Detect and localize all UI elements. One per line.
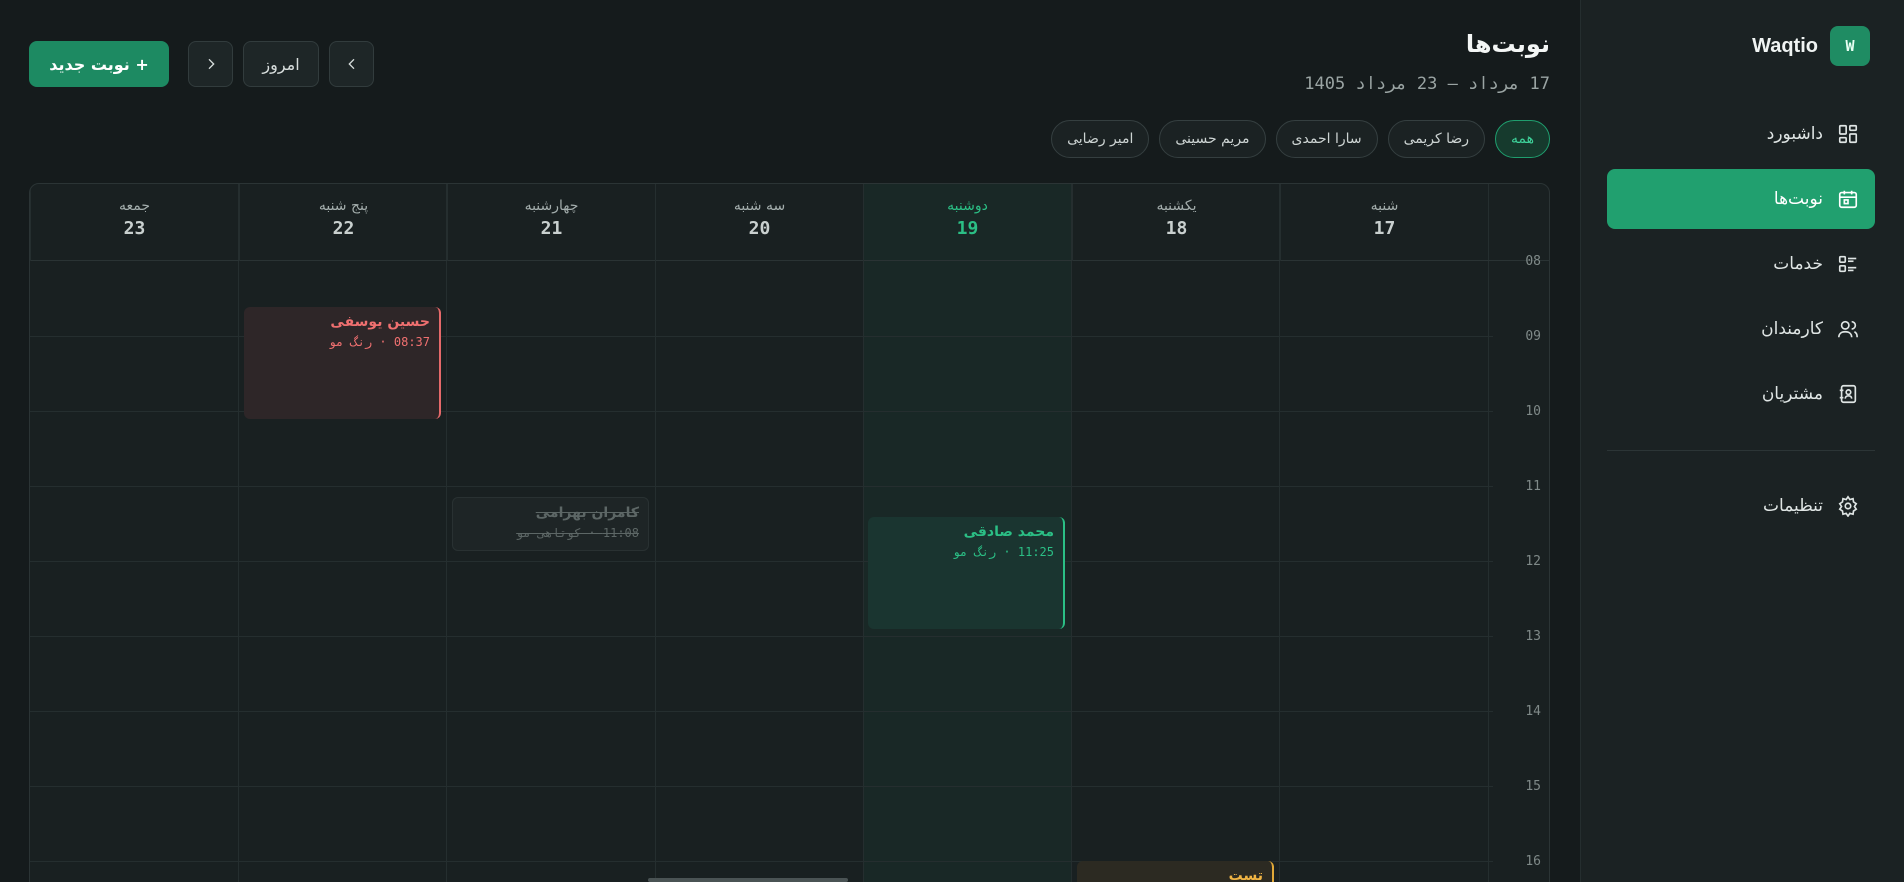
hour-line bbox=[30, 861, 1493, 862]
hour-label: 09 bbox=[1525, 329, 1541, 344]
grid-line bbox=[1488, 184, 1489, 882]
chevron-left-icon bbox=[347, 58, 354, 70]
day-header[interactable]: شنبه 17 bbox=[1280, 184, 1488, 261]
hour-label: 13 bbox=[1525, 629, 1541, 644]
hour-label: 15 bbox=[1525, 779, 1541, 794]
sidebar-item-label: مشتریان bbox=[1761, 384, 1823, 404]
appointment-meta: 11:08 · کوتاهی مو bbox=[516, 526, 639, 540]
hour-line bbox=[30, 486, 1493, 487]
hour-line bbox=[30, 711, 1493, 712]
sidebar-item-staff[interactable]: کارمندان bbox=[1607, 299, 1875, 359]
filter-chip-staff[interactable]: امیر رضایی bbox=[1051, 120, 1150, 158]
services-list-icon bbox=[1838, 255, 1857, 273]
day-header-today[interactable]: دوشنبه 19 bbox=[863, 184, 1071, 261]
sidebar-item-appointments[interactable]: نوبت‌ها bbox=[1607, 169, 1875, 229]
grid-line bbox=[655, 184, 656, 882]
gear-icon bbox=[1838, 495, 1858, 517]
hour-line bbox=[30, 561, 1493, 562]
hour-line bbox=[30, 786, 1493, 787]
brand[interactable]: W Waqtio bbox=[1752, 26, 1870, 66]
next-week-button[interactable] bbox=[188, 41, 233, 87]
grid-line bbox=[238, 184, 239, 882]
day-header[interactable]: جمعه 23 bbox=[30, 184, 238, 261]
appointment-customer: کامران بهرامی bbox=[535, 505, 639, 521]
filter-chip-all[interactable]: همه bbox=[1495, 120, 1550, 158]
calendar-day-header: شنبه 17 یکشنبه 18 دوشنبه 19 سه شنبه 20 چ… bbox=[30, 184, 1549, 261]
hour-label: 08 bbox=[1525, 254, 1541, 269]
staff-users-icon bbox=[1838, 320, 1858, 338]
sidebar-divider bbox=[1607, 450, 1875, 451]
sidebar-item-settings[interactable]: تنظیمات bbox=[1607, 476, 1875, 536]
appointment-customer: تست bbox=[1228, 868, 1263, 882]
appointment-card[interactable]: محمد صادقی 11:25 · رنگ مو bbox=[868, 517, 1065, 629]
sidebar-settings: تنظیمات bbox=[1607, 476, 1875, 541]
sidebar-item-label: تنظیمات bbox=[1763, 496, 1823, 516]
day-header[interactable]: چهارشنبه 21 bbox=[447, 184, 655, 261]
previous-week-button[interactable] bbox=[329, 41, 374, 87]
grid-line bbox=[1279, 184, 1280, 882]
sidebar: W Waqtio داشبورد نوبت‌ها خدمات کارمندان … bbox=[1580, 0, 1904, 882]
hour-line bbox=[30, 636, 1493, 637]
day-header[interactable]: یکشنبه 18 bbox=[1072, 184, 1280, 261]
horizontal-scrollbar[interactable] bbox=[648, 878, 848, 882]
day-header[interactable]: پنج شنبه 22 bbox=[239, 184, 447, 261]
appointment-customer: حسین یوسفی bbox=[330, 314, 430, 330]
sidebar-item-label: داشبورد bbox=[1766, 124, 1823, 144]
hour-label: 10 bbox=[1525, 404, 1541, 419]
sidebar-item-services[interactable]: خدمات bbox=[1607, 234, 1875, 294]
page-title: نوبت‌ها bbox=[1465, 30, 1550, 58]
sidebar-item-label: خدمات bbox=[1773, 254, 1823, 274]
appointment-card[interactable]: تست bbox=[1077, 861, 1274, 882]
grid-line bbox=[446, 184, 447, 882]
week-calendar: شنبه 17 یکشنبه 18 دوشنبه 19 سه شنبه 20 چ… bbox=[29, 183, 1550, 882]
brand-logo: W bbox=[1830, 26, 1870, 66]
appointment-card[interactable]: حسین یوسفی 08:37 · رنگ مو bbox=[244, 307, 441, 419]
staff-filter-chips: همه رضا کریمی سارا احمدی مریم حسینی امیر… bbox=[1051, 120, 1550, 158]
appointment-meta: 08:37 · رنگ مو bbox=[328, 335, 430, 349]
sidebar-nav: داشبورد نوبت‌ها خدمات کارمندان مشتریان bbox=[1607, 104, 1875, 429]
new-appointment-button[interactable]: + نوبت جدید bbox=[29, 41, 169, 87]
sidebar-item-label: نوبت‌ها bbox=[1773, 189, 1823, 209]
sidebar-item-dashboard[interactable]: داشبورد bbox=[1607, 104, 1875, 164]
appointment-customer: محمد صادقی bbox=[963, 524, 1054, 540]
chevron-right-icon bbox=[208, 58, 215, 70]
date-range: 17 مرداد — 23 مرداد 1405 bbox=[1304, 74, 1550, 94]
appointment-meta: 11:25 · رنگ مو bbox=[952, 545, 1054, 559]
dashboard-icon bbox=[1838, 124, 1858, 144]
sidebar-item-label: کارمندان bbox=[1761, 319, 1823, 339]
calendar-icon bbox=[1838, 190, 1858, 209]
grid-line bbox=[863, 184, 864, 882]
contacts-book-icon bbox=[1839, 384, 1857, 404]
hour-label: 14 bbox=[1525, 704, 1541, 719]
day-header[interactable]: سه شنبه 20 bbox=[655, 184, 863, 261]
hour-label: 16 bbox=[1525, 854, 1541, 869]
brand-name: Waqtio bbox=[1752, 34, 1818, 57]
appointment-card-cancelled[interactable]: کامران بهرامی 11:08 · کوتاهی مو bbox=[452, 497, 649, 551]
filter-chip-staff[interactable]: سارا احمدی bbox=[1275, 120, 1378, 158]
hour-label: 11 bbox=[1525, 479, 1541, 494]
today-button[interactable]: امروز bbox=[243, 41, 319, 87]
hour-label: 12 bbox=[1525, 554, 1541, 569]
filter-chip-staff[interactable]: رضا کریمی bbox=[1387, 120, 1486, 158]
grid-line bbox=[1071, 184, 1072, 882]
sidebar-item-customers[interactable]: مشتریان bbox=[1607, 364, 1875, 424]
filter-chip-staff[interactable]: مریم حسینی bbox=[1159, 120, 1266, 158]
